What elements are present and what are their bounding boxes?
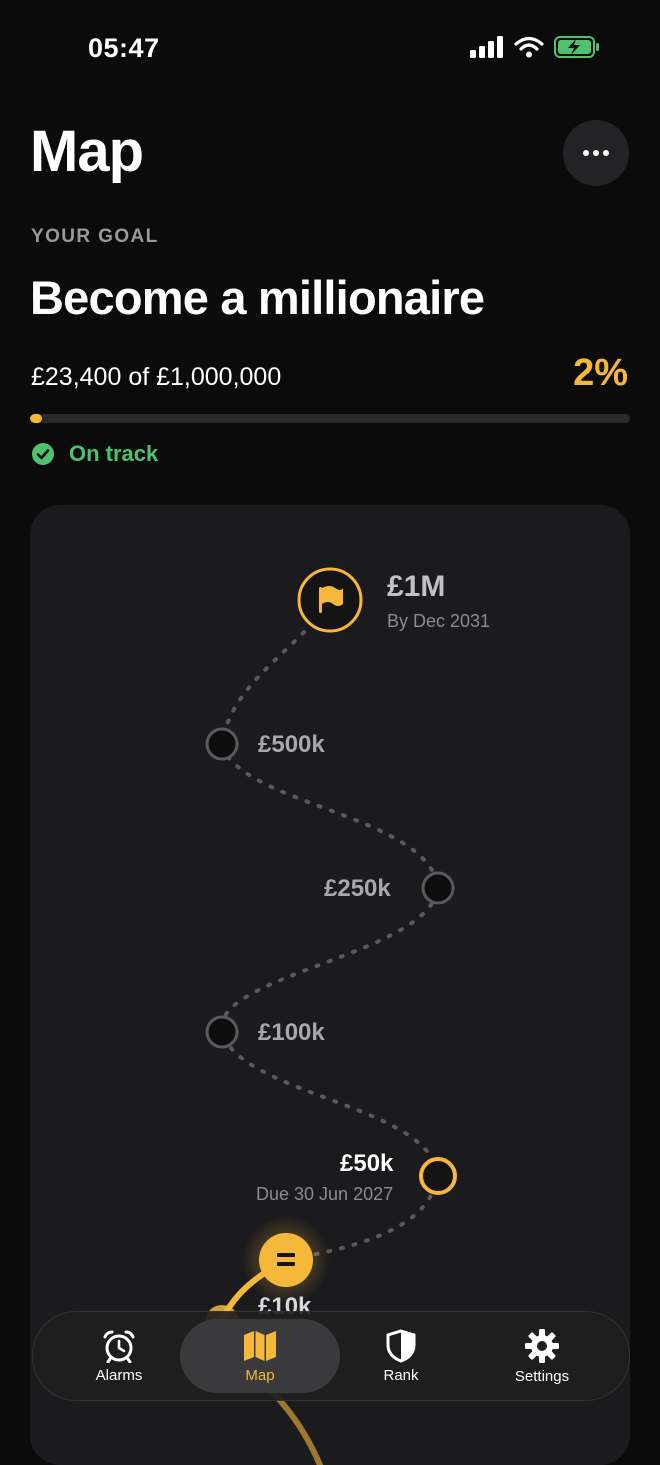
- progress-percent: 2%: [573, 352, 628, 394]
- alarm-clock-icon: [103, 1330, 135, 1363]
- milestone-label-100k: £100k: [258, 1019, 325, 1046]
- goal-label: YOUR GOAL: [31, 226, 159, 247]
- tab-rank[interactable]: Rank: [321, 1319, 481, 1393]
- progress-bar: [30, 414, 630, 423]
- progress-bar-fill: [30, 414, 42, 423]
- tab-label-rank: Rank: [383, 1366, 419, 1384]
- battery-charging-icon: [554, 36, 599, 58]
- milestone-node-100k[interactable]: [205, 1015, 239, 1049]
- milestone-label-1m: £1M: [387, 570, 446, 603]
- milestone-label-250k: £250k: [324, 875, 391, 902]
- milestone-node-50k[interactable]: [419, 1157, 457, 1195]
- current-position-marker[interactable]: [259, 1233, 313, 1287]
- goal-title: Become a millionaire: [30, 271, 485, 324]
- milestone-node-500k[interactable]: [205, 727, 239, 761]
- milestone-date-50k: Due 30 Jun 2027: [256, 1184, 394, 1204]
- tab-map[interactable]: Map: [180, 1319, 340, 1393]
- gear-icon: [525, 1328, 559, 1363]
- status-bar: 05:47: [0, 0, 660, 100]
- tab-label-settings: Settings: [514, 1367, 570, 1385]
- milestone-date-1m: By Dec 2031: [387, 611, 491, 631]
- progress-amount: £23,400 of £1,000,000: [31, 363, 282, 391]
- tab-settings[interactable]: Settings: [462, 1319, 622, 1393]
- more-options-button[interactable]: [563, 120, 629, 186]
- ellipsis-icon: [583, 150, 609, 156]
- wifi-icon: [514, 36, 544, 58]
- map-icon: [244, 1330, 276, 1361]
- track-status: On track: [31, 441, 158, 467]
- shield-icon: [386, 1328, 416, 1363]
- milestone-label-500k: £500k: [258, 731, 325, 758]
- tab-bar: Alarms Map Rank Settings: [32, 1311, 630, 1401]
- milestone-label-50k: £50k: [340, 1150, 394, 1177]
- track-status-text: On track: [69, 441, 159, 466]
- signal-icon: [470, 36, 503, 58]
- check-circle-icon: [32, 443, 54, 465]
- page-title: Map: [30, 119, 144, 184]
- status-icons: [470, 36, 600, 58]
- tab-label-map: Map: [245, 1366, 275, 1384]
- status-time: 05:47: [88, 33, 160, 63]
- tab-label-alarms: Alarms: [95, 1366, 143, 1384]
- tab-alarms[interactable]: Alarms: [39, 1319, 199, 1393]
- milestone-node-250k[interactable]: [421, 871, 455, 905]
